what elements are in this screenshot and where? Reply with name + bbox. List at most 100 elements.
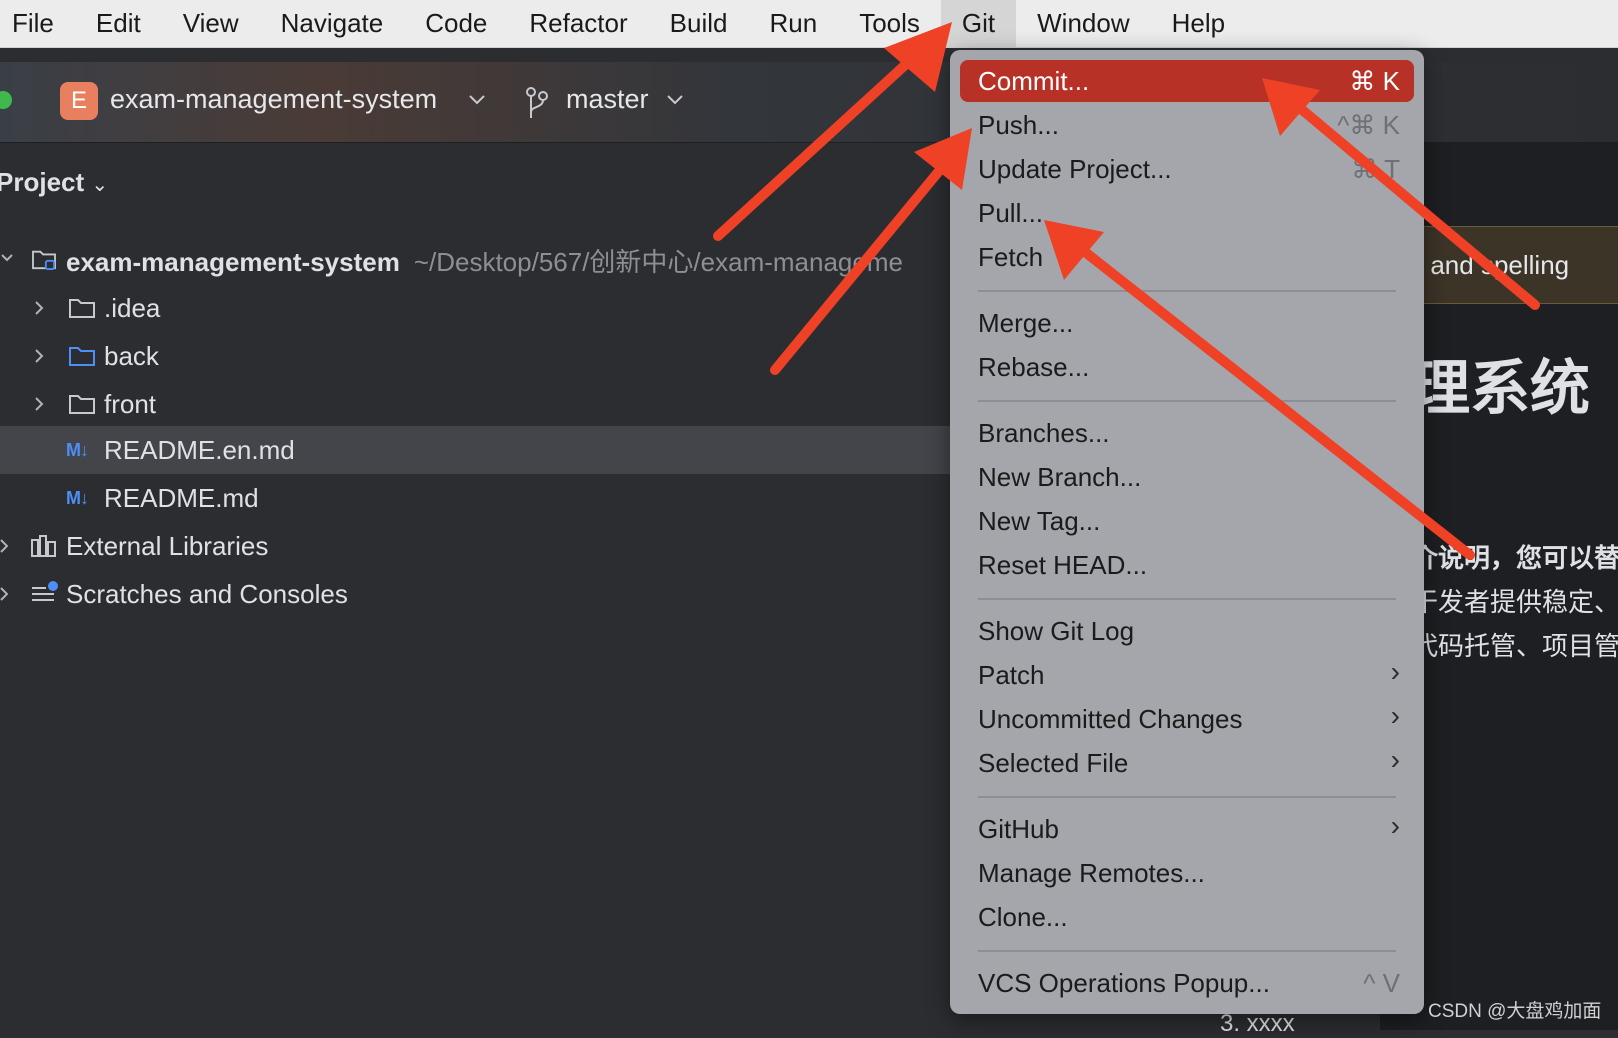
chevron-right-icon: › bbox=[1390, 700, 1400, 731]
menu-build[interactable]: Build bbox=[649, 0, 749, 47]
tree-item-readme-en[interactable]: M↓ README.en.md bbox=[0, 426, 950, 474]
menu-refactor[interactable]: Refactor bbox=[508, 0, 648, 47]
tree-label: README.en.md bbox=[104, 434, 295, 465]
menu-item-label: Reset HEAD... bbox=[978, 550, 1148, 580]
menu-item-label: Uncommitted Changes bbox=[978, 704, 1243, 734]
chevron-right-icon[interactable] bbox=[34, 396, 44, 412]
chevron-right-icon: › bbox=[1390, 810, 1400, 841]
chevron-down-icon[interactable] bbox=[666, 94, 684, 106]
git-menu-uncommitted-changes[interactable]: Uncommitted Changes › bbox=[960, 698, 1414, 740]
git-menu-clone[interactable]: Clone... bbox=[960, 896, 1414, 938]
git-menu-branches[interactable]: Branches... bbox=[960, 412, 1414, 454]
editor-text-line: 介说明，您可以替 bbox=[1412, 543, 1618, 573]
menu-item-label: Patch bbox=[978, 660, 1045, 690]
tree-item-back[interactable]: back bbox=[0, 332, 950, 380]
git-menu-update-project[interactable]: Update Project... ⌘ T bbox=[960, 148, 1414, 190]
menu-item-label: Show Git Log bbox=[978, 616, 1135, 646]
tree-label: front bbox=[104, 388, 157, 419]
git-menu-fetch[interactable]: Fetch bbox=[960, 236, 1414, 278]
editor-heading-text: 理系统 bbox=[1410, 355, 1590, 422]
tree-item-front[interactable]: front bbox=[0, 380, 950, 428]
menu-item-label: VCS Operations Popup... bbox=[978, 968, 1270, 998]
editor-text-line: 3. xxxx bbox=[1220, 1010, 1295, 1037]
tree-item-readme[interactable]: M↓ README.md bbox=[0, 474, 950, 522]
root-path: ~/Desktop/567/创新中心/exam-manageme bbox=[413, 246, 903, 277]
project-pane-title[interactable]: Project ⌄ bbox=[0, 167, 108, 198]
menu-code[interactable]: Code bbox=[404, 0, 508, 47]
tree-item-external-libraries[interactable]: External Libraries bbox=[0, 522, 950, 570]
menu-edit[interactable]: Edit bbox=[75, 0, 162, 47]
tree-label: back bbox=[104, 340, 159, 371]
folder-icon bbox=[69, 299, 95, 318]
git-menu-merge[interactable]: Merge... bbox=[960, 302, 1414, 344]
tree-label: README.md bbox=[104, 482, 259, 513]
menu-window[interactable]: Window bbox=[1016, 0, 1150, 47]
menu-item-label: Pull... bbox=[978, 198, 1044, 228]
tree-label: .idea bbox=[104, 292, 161, 323]
git-menu-vcs-operations-popup[interactable]: VCS Operations Popup... ^ V bbox=[960, 962, 1414, 1004]
git-menu-push[interactable]: Push... ^⌘ K bbox=[960, 104, 1414, 146]
git-menu-rebase[interactable]: Rebase... bbox=[960, 346, 1414, 388]
menu-run[interactable]: Run bbox=[748, 0, 838, 47]
menu-item-label: Rebase... bbox=[978, 352, 1090, 382]
menu-separator bbox=[978, 796, 1396, 798]
menu-item-label: GitHub bbox=[978, 814, 1059, 844]
git-menu-commit[interactable]: Commit... ⌘ K bbox=[960, 60, 1414, 102]
markdown-file-icon: M↓ bbox=[66, 440, 89, 460]
git-menu-github[interactable]: GitHub › bbox=[960, 808, 1414, 850]
menu-item-label: New Tag... bbox=[978, 506, 1101, 536]
tree-item-scratches[interactable]: Scratches and Consoles bbox=[0, 570, 950, 618]
menu-bar: File Edit View Navigate Code Refactor Bu… bbox=[0, 0, 1618, 48]
scratches-icon bbox=[32, 581, 58, 601]
chevron-down-icon[interactable] bbox=[468, 94, 486, 106]
menu-item-label: Commit... bbox=[978, 66, 1090, 96]
menu-tools[interactable]: Tools bbox=[838, 0, 941, 47]
git-menu-pull[interactable]: Pull... bbox=[960, 192, 1414, 234]
chevron-right-icon: › bbox=[1390, 656, 1400, 687]
project-switcher[interactable]: exam-management-system bbox=[110, 84, 437, 115]
branch-switcher[interactable]: master bbox=[566, 84, 649, 115]
tree-item-idea[interactable]: .idea bbox=[0, 284, 950, 332]
git-menu-dropdown: Commit... ⌘ K Push... ^⌘ K Update Projec… bbox=[950, 50, 1424, 1014]
tree-root[interactable]: exam-management-system ~/Desktop/567/创新中心… bbox=[0, 236, 950, 284]
chevron-down-icon[interactable] bbox=[0, 253, 14, 263]
menu-help[interactable]: Help bbox=[1151, 0, 1246, 47]
menu-view[interactable]: View bbox=[162, 0, 260, 47]
project-badge-icon: E bbox=[60, 82, 98, 120]
menu-file[interactable]: File bbox=[0, 0, 75, 47]
module-folder-icon bbox=[32, 250, 56, 270]
menu-item-label: Selected File bbox=[978, 748, 1129, 778]
menu-navigate[interactable]: Navigate bbox=[260, 0, 405, 47]
git-menu-new-branch[interactable]: New Branch... bbox=[960, 456, 1414, 498]
menu-separator bbox=[978, 598, 1396, 600]
menu-item-label: New Branch... bbox=[978, 462, 1142, 492]
menu-item-label: Update Project... bbox=[978, 154, 1172, 184]
menu-item-label: Fetch bbox=[978, 242, 1044, 272]
menu-separator bbox=[978, 290, 1396, 292]
editor-text-line: 代码托管、项目管 bbox=[1412, 631, 1618, 661]
git-menu-selected-file[interactable]: Selected File › bbox=[960, 742, 1414, 784]
editor-text-line: 干发者提供稳定、 bbox=[1412, 587, 1618, 617]
tree-label: Scratches and Consoles bbox=[66, 578, 348, 609]
git-menu-new-tag[interactable]: New Tag... bbox=[960, 500, 1414, 542]
folder-icon bbox=[69, 395, 95, 414]
menu-item-label: Push... bbox=[978, 110, 1059, 140]
menu-git[interactable]: Git bbox=[940, 0, 1017, 47]
git-branch-icon bbox=[526, 87, 548, 118]
markdown-file-icon: M↓ bbox=[66, 488, 89, 508]
git-menu-show-git-log[interactable]: Show Git Log bbox=[960, 610, 1414, 652]
library-icon bbox=[31, 535, 56, 557]
chevron-right-icon[interactable] bbox=[0, 538, 8, 554]
chevron-right-icon[interactable] bbox=[34, 348, 44, 364]
chevron-right-icon[interactable] bbox=[34, 300, 44, 316]
chevron-right-icon: › bbox=[1390, 744, 1400, 775]
git-menu-manage-remotes[interactable]: Manage Remotes... bbox=[960, 852, 1414, 894]
menu-item-label: Branches... bbox=[978, 418, 1110, 448]
shortcut-label: ^⌘ K bbox=[1337, 110, 1400, 140]
menu-separator bbox=[978, 400, 1396, 402]
chevron-right-icon[interactable] bbox=[0, 586, 8, 602]
shortcut-label: ⌘ T bbox=[1351, 154, 1400, 184]
menu-separator bbox=[978, 950, 1396, 952]
git-menu-reset-head[interactable]: Reset HEAD... bbox=[960, 544, 1414, 586]
git-menu-patch[interactable]: Patch › bbox=[960, 654, 1414, 696]
